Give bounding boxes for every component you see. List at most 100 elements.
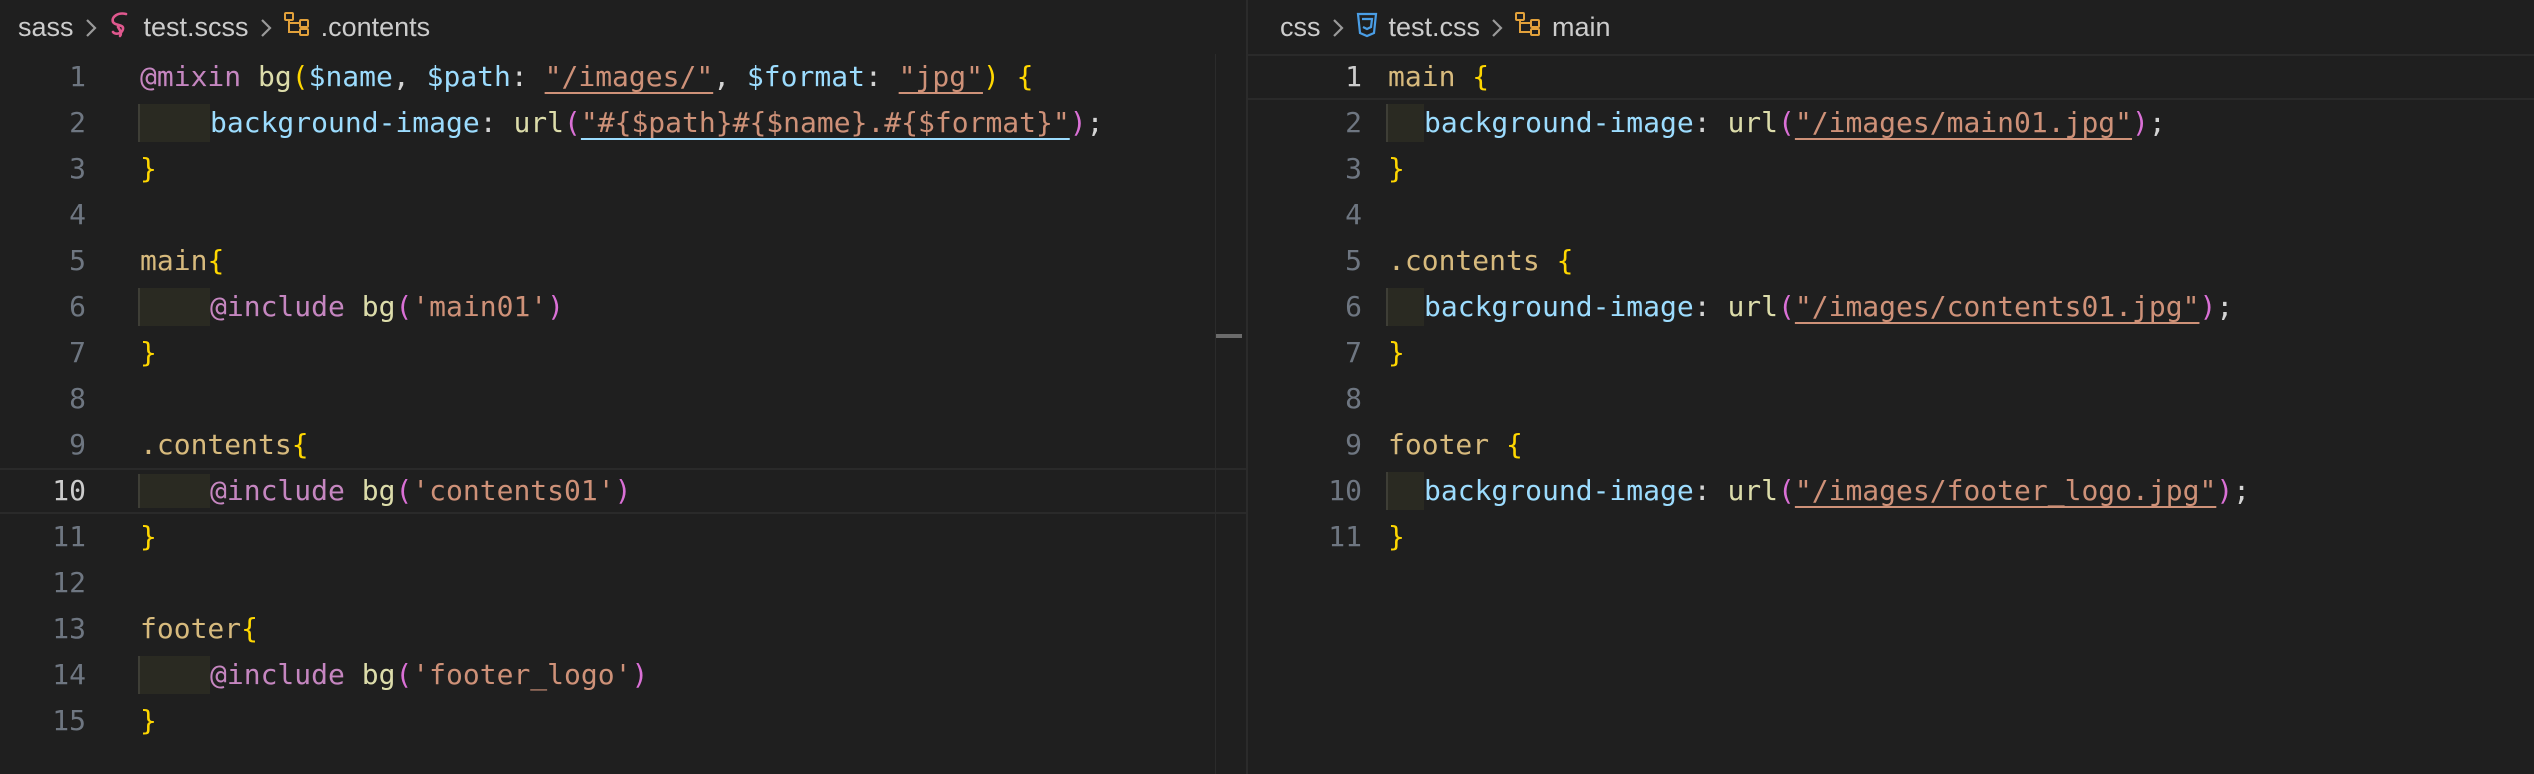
code-text: main{	[140, 238, 224, 284]
symbol-class-icon	[283, 11, 311, 44]
line-number: 7	[1345, 336, 1362, 369]
code-line[interactable]: 14 @include bg('footer_logo')	[0, 652, 1246, 698]
breadcrumb-file[interactable]: test.css	[1355, 10, 1480, 45]
code-line[interactable]: 15}	[0, 698, 1246, 744]
line-number: 2	[1345, 106, 1362, 139]
code-line[interactable]: 7}	[1248, 330, 2534, 376]
code-line[interactable]: 2 background-image: url("/images/main01.j…	[1248, 100, 2534, 146]
code-token: 'main01'	[412, 290, 548, 323]
breadcrumb-symbol-label: main	[1552, 11, 1611, 42]
code-token: {	[207, 244, 225, 277]
code-line[interactable]: 7}	[0, 330, 1246, 376]
code-line[interactable]: 9 .contents{	[0, 422, 1246, 468]
code-token: (	[395, 658, 413, 691]
code-token: (	[1778, 106, 1795, 139]
breadcrumb-file[interactable]: test.scss	[108, 10, 249, 45]
code-line[interactable]: 4	[1248, 192, 2534, 238]
code-token: url	[1727, 106, 1779, 139]
code-token: bg	[258, 60, 292, 93]
code-token: {	[1506, 428, 1523, 461]
scrollbar-track[interactable]	[1215, 54, 1246, 774]
code-token: {	[241, 612, 259, 645]
code-editor[interactable]: 1 @mixin bg($name, $path: "/images/", $fo…	[0, 54, 1246, 744]
code-line[interactable]: 8	[0, 376, 1246, 422]
code-token: :	[1693, 474, 1728, 507]
code-text: main {	[1388, 56, 1489, 98]
code-token: {	[1016, 60, 1034, 93]
code-line[interactable]: 11}	[1248, 514, 2534, 560]
code-line[interactable]: 11}	[0, 514, 1246, 560]
code-token: :	[1693, 106, 1728, 139]
code-line[interactable]: 10 background-image: url("/images/footer_…	[1248, 468, 2534, 514]
code-token: footer	[1388, 428, 1490, 461]
code-line[interactable]: 1 @mixin bg($name, $path: "/images/", $fo…	[0, 54, 1246, 100]
code-line[interactable]: 1 main {	[1248, 54, 2534, 100]
code-token: )	[631, 658, 649, 691]
code-text: }	[1388, 514, 1405, 560]
code-line[interactable]: 5 .contents {	[1248, 238, 2534, 284]
code-line[interactable]: 12	[0, 560, 1246, 606]
code-text: background-image: url("#{$path}#{$name}.…	[140, 100, 1103, 146]
code-token: "/images/"	[544, 60, 714, 93]
code-line[interactable]: 6 @include bg('main01')	[0, 284, 1246, 330]
code-token: "/images/main01.jpg"	[1794, 106, 2133, 139]
code-line[interactable]: 6 background-image: url("/images/contents…	[1248, 284, 2534, 330]
code-text: }	[140, 514, 157, 560]
line-number: 1	[1345, 60, 1362, 93]
code-line[interactable]: 3}	[0, 146, 1246, 192]
code-line[interactable]: 4	[0, 192, 1246, 238]
line-number: 14	[52, 658, 86, 691]
breadcrumb-folder[interactable]: sass	[18, 12, 74, 43]
code-token: }	[1388, 520, 1405, 553]
breadcrumb-folder[interactable]: css	[1280, 12, 1321, 43]
code-line[interactable]: 10 @include bg('contents01')	[0, 468, 1246, 514]
code-line[interactable]: 3}	[1248, 146, 2534, 192]
line-number: 6	[1345, 290, 1362, 323]
code-token: )	[982, 60, 1000, 93]
code-token: "/images/footer_logo.jpg"	[1794, 474, 2217, 507]
code-token: :	[864, 60, 899, 93]
code-token: )	[547, 290, 565, 323]
code-line[interactable]: 5 main{	[0, 238, 1246, 284]
code-token: @include	[210, 658, 345, 691]
code-token: main	[140, 244, 208, 277]
code-token: ;	[1086, 106, 1104, 139]
editor-pane-scss[interactable]: sass test.scss .contents 1 @mixin bg($nam…	[0, 0, 1248, 774]
code-text: }	[140, 146, 157, 192]
line-number: 9	[69, 428, 86, 461]
code-line[interactable]: 13 footer{	[0, 606, 1246, 652]
code-text: }	[140, 330, 157, 376]
breadcrumb-file-label: test.scss	[143, 11, 249, 42]
editor-pane-css[interactable]: css test.css main 1 main { 2 background-ima…	[1248, 0, 2534, 774]
code-token: @include	[210, 290, 345, 323]
code-token: (	[1778, 290, 1795, 323]
code-line[interactable]: 8	[1248, 376, 2534, 422]
code-token: @mixin	[140, 60, 242, 93]
code-text: @mixin bg($name, $path: "/images/", $for…	[140, 54, 1034, 100]
editor-split-view: sass test.scss .contents 1 @mixin bg($nam…	[0, 0, 2534, 774]
code-token: }	[140, 336, 157, 369]
code-line[interactable]: 2 background-image: url("#{$path}#{$name}…	[0, 100, 1246, 146]
code-token: :	[510, 60, 545, 93]
breadcrumb-symbol-label: .contents	[320, 11, 431, 42]
code-editor[interactable]: 1 main { 2 background-image: url("/images/m…	[1248, 54, 2534, 560]
code-text: }	[140, 698, 157, 744]
breadcrumb-symbol[interactable]: main	[1514, 11, 1611, 44]
code-text: background-image: url("/images/main01.jp…	[1388, 100, 2166, 146]
code-line[interactable]: 9 footer {	[1248, 422, 2534, 468]
code-token: }	[140, 520, 157, 553]
line-number: 5	[69, 244, 86, 277]
breadcrumb-symbol[interactable]: .contents	[283, 11, 431, 44]
code-token: {	[1556, 244, 1574, 277]
code-text: .contents{	[140, 422, 309, 468]
code-text: footer {	[1388, 422, 1523, 468]
code-token: )	[614, 474, 632, 507]
code-token: }	[1388, 336, 1405, 369]
code-token: ;	[2233, 474, 2251, 507]
code-token: }	[140, 152, 157, 185]
code-text: background-image: url("/images/footer_lo…	[1388, 468, 2250, 514]
